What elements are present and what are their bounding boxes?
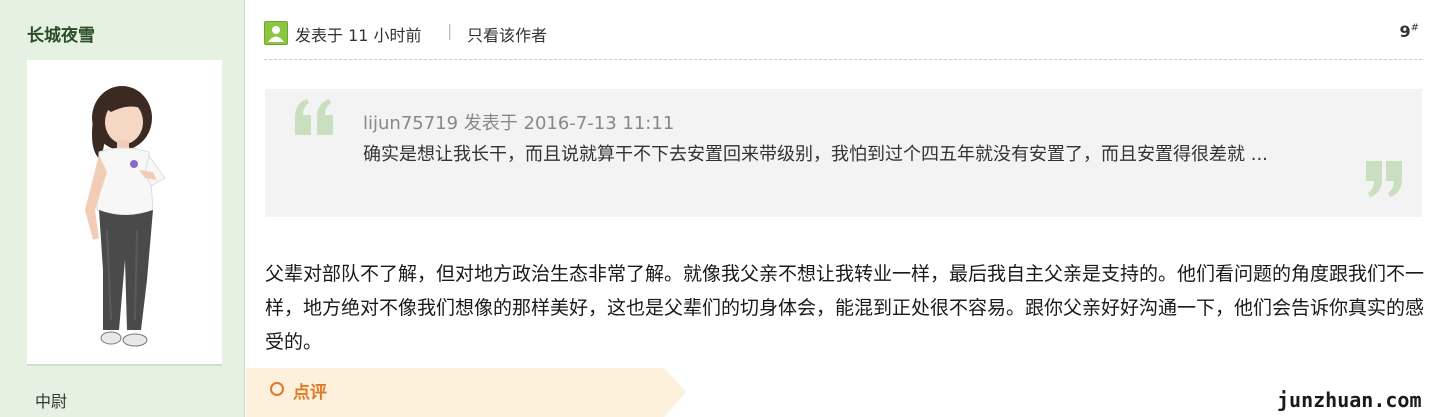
site-watermark: junzhuan.com bbox=[1277, 388, 1422, 412]
post-header: 发表于 11 小时前 | 只看该作者 9# bbox=[264, 20, 1422, 48]
avatar[interactable] bbox=[27, 60, 222, 366]
close-quote-icon bbox=[1366, 161, 1402, 197]
floor-number[interactable]: 9# bbox=[1399, 22, 1419, 41]
avatar-figure-icon bbox=[85, 86, 166, 347]
user-icon bbox=[264, 21, 288, 45]
author-username[interactable]: 长城夜雪 bbox=[27, 21, 95, 46]
post-time: 发表于 11 小时前 bbox=[295, 26, 422, 45]
header-divider bbox=[264, 59, 1422, 60]
floor-number-value: 9 bbox=[1399, 22, 1411, 41]
quote-meta: lijun75719 发表于 2016-7-13 11:11 bbox=[363, 113, 675, 134]
only-author-link[interactable]: 只看该作者 bbox=[467, 22, 547, 46]
quote-text: 确实是想让我长干，而且说就算干不下去安置回来带级别，我怕到过个四五年就没有安置了… bbox=[363, 144, 1268, 165]
quote-block: lijun75719 发表于 2016-7-13 11:11 确实是想让我长干，… bbox=[265, 89, 1422, 217]
author-sidebar: 长城夜雪 中尉 bbox=[0, 0, 245, 417]
floor-suffix: # bbox=[1410, 22, 1419, 34]
circle-icon bbox=[270, 382, 284, 396]
comment-button[interactable]: 点评 bbox=[293, 378, 327, 403]
post-message: 父辈对部队不了解，但对地方政治生态非常了解。就像我父亲不想让我转业一样，最后我自… bbox=[265, 263, 1425, 353]
separator: | bbox=[447, 21, 453, 40]
author-rank: 中尉 bbox=[35, 392, 68, 411]
open-quote-icon bbox=[295, 99, 333, 135]
